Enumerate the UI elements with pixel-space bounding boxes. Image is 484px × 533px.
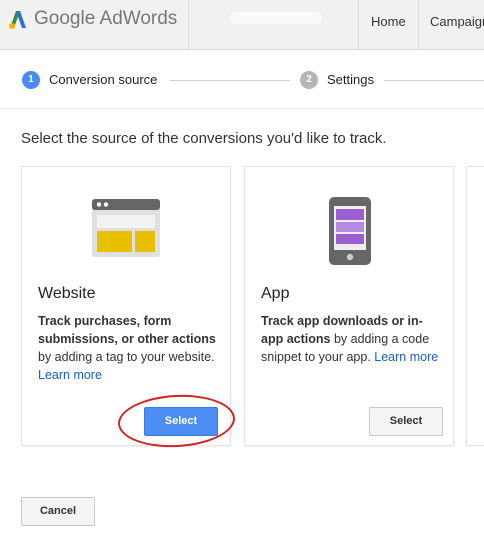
website-learn-more-link[interactable]: Learn more [38, 368, 102, 382]
step-connector [170, 80, 290, 81]
phone-icon [329, 197, 371, 265]
website-description: Track purchases, form submissions, or ot… [38, 312, 218, 384]
step-progress: 1 Conversion source 2 Settings [0, 51, 484, 109]
step-2-number: 2 [300, 71, 318, 89]
step-2-label: Settings [327, 72, 374, 87]
third-card-partial[interactable] [466, 166, 484, 446]
logo-product: AdWords [99, 8, 178, 29]
account-name[interactable] [230, 12, 322, 24]
app-title: App [261, 285, 290, 302]
step-connector [384, 80, 484, 81]
divider [188, 0, 189, 50]
step-1-label: Conversion source [49, 72, 158, 87]
website-description-bold: Track purchases, form submissions, or ot… [38, 314, 216, 346]
app-learn-more-link[interactable]: Learn more [374, 350, 438, 364]
app-description: Track app downloads or in-app actions by… [261, 312, 441, 366]
step-1-number: 1 [22, 71, 40, 89]
cancel-button[interactable]: Cancel [21, 497, 95, 526]
logo-google: Google [34, 8, 96, 29]
nav-campaigns[interactable]: Campaigns [430, 14, 484, 29]
website-icon [92, 199, 160, 257]
top-bar: Google AdWords Home Campaigns [0, 0, 484, 50]
divider [418, 0, 419, 50]
website-description-text: by adding a tag to your website. [38, 350, 215, 364]
website-title: Website [38, 285, 96, 302]
page-heading: Select the source of the conversions you… [21, 130, 387, 147]
logo-text: Google AdWords [34, 8, 177, 30]
app-card[interactable]: App Track app downloads or in-app action… [244, 166, 454, 446]
adwords-logo-icon [9, 11, 26, 29]
nav-home[interactable]: Home [371, 14, 406, 29]
divider [358, 0, 359, 50]
app-select-button[interactable]: Select [369, 407, 443, 436]
